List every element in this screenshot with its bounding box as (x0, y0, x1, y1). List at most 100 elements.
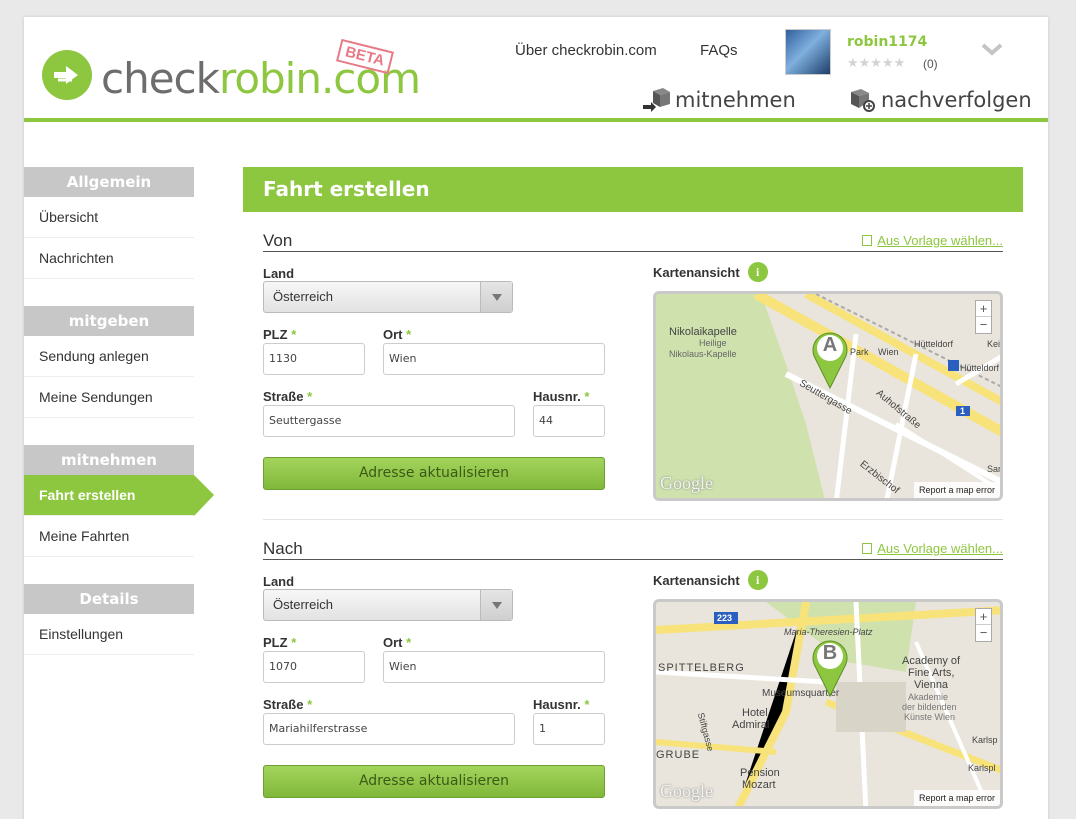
map-place: Mozart (742, 779, 776, 791)
report-map-error-link[interactable]: Report a map error (913, 482, 1000, 498)
from-plz-field[interactable]: 1130 (263, 343, 365, 375)
map-marker-b[interactable]: B (809, 636, 851, 698)
to-plz-field[interactable]: 1070 (263, 651, 365, 683)
dropdown-arrow-icon[interactable] (480, 590, 512, 620)
map-place: Fine Arts, (908, 667, 955, 679)
to-land-select[interactable]: Österreich (263, 589, 513, 621)
zoom-out-icon[interactable]: − (976, 317, 991, 333)
take-along-link[interactable]: mitnehmen (643, 87, 796, 113)
google-logo: Google (660, 781, 713, 801)
map-place: Hütteldorf (960, 363, 1000, 373)
from-title: Von (263, 231, 293, 250)
to-house-field[interactable]: 1 (533, 713, 605, 745)
about-link[interactable]: Über checkrobin.com (515, 42, 657, 59)
sidebar-item-settings[interactable]: Einstellungen (24, 614, 194, 655)
sidebar-item-create-trip[interactable]: Fahrt erstellen (24, 475, 214, 516)
section-divider (263, 519, 1003, 520)
to-map-label: Kartenansicht i (653, 570, 768, 590)
from-street-label: Straße * (263, 389, 313, 404)
chevron-down-icon[interactable] (981, 41, 1003, 57)
map-place: Vienna (914, 679, 949, 691)
map-place: Academy of (902, 655, 961, 667)
sidebar-group-send: mitgeben (24, 306, 194, 336)
map-place: Admiral (732, 719, 770, 731)
map-place: GRUBE (656, 749, 701, 761)
sidebar-group-details: Details (24, 584, 194, 614)
map-place: Park (850, 347, 869, 357)
page: checkrobin.com BETA Über checkrobin.com … (24, 17, 1048, 819)
to-house-label: Hausnr. * (533, 697, 590, 712)
document-icon (862, 235, 873, 246)
from-map-label: Kartenansicht i (653, 262, 768, 282)
from-template-link[interactable]: Aus Vorlage wählen... (862, 233, 1003, 248)
rating-stars: ★★★★★ (847, 55, 906, 70)
map-marker-a[interactable]: A (809, 328, 851, 390)
from-land-label: Land (263, 266, 295, 281)
map-place: der bildenden (902, 702, 957, 712)
from-map[interactable]: Nikolaikapelle Heilige Nikolaus-Kapelle … (653, 291, 1003, 501)
sidebar-group-take: mitnehmen (24, 445, 194, 475)
box-arrow-icon (643, 88, 670, 112)
to-template-link[interactable]: Aus Vorlage wählen... (862, 541, 1003, 556)
to-ort-field[interactable]: Wien (383, 651, 605, 683)
logo[interactable]: checkrobin.com BETA (42, 38, 421, 104)
zoom-in-icon[interactable]: + (976, 609, 991, 625)
map-place: Sar (987, 464, 1002, 474)
from-land-value: Österreich (273, 289, 333, 304)
to-template-label: Aus Vorlage wählen... (877, 541, 1003, 556)
map-place: Hütteldorf (914, 339, 954, 349)
report-map-error-link[interactable]: Report a map error (913, 790, 1000, 806)
map-place: Künste Wien (904, 712, 956, 722)
map-zoom-control: + − (975, 608, 992, 642)
to-land-value: Österreich (273, 597, 333, 612)
from-house-label: Hausnr. * (533, 389, 590, 404)
from-street-field[interactable]: Seuttergasse (263, 405, 515, 437)
map-place: Wien (878, 347, 899, 357)
sidebar-item-my-shipments[interactable]: Meine Sendungen (24, 377, 194, 418)
to-ort-label: Ort * (383, 635, 412, 650)
from-update-address-button[interactable]: Adresse aktualisieren (263, 457, 605, 490)
info-icon[interactable]: i (747, 262, 768, 282)
from-land-select[interactable]: Österreich (263, 281, 513, 313)
sidebar-item-my-trips[interactable]: Meine Fahrten (24, 516, 194, 557)
map-zoom-control: + − (975, 300, 992, 334)
zoom-out-icon[interactable]: − (976, 625, 991, 641)
zoom-in-icon[interactable]: + (976, 301, 991, 317)
to-map[interactable]: 223 Maria-Theresien-Platz SPITTELBERG Mu… (653, 599, 1003, 809)
map-place: Nikolaus-Kapelle (669, 349, 737, 359)
track-link[interactable]: nachverfolgen (849, 87, 1032, 113)
sidebar: Allgemein Übersicht Nachrichten mitgeben… (24, 167, 214, 655)
username[interactable]: robin1174 (847, 34, 927, 50)
avatar[interactable] (785, 29, 831, 75)
from-house-field[interactable]: 44 (533, 405, 605, 437)
sidebar-item-create-shipment[interactable]: Sendung anlegen (24, 336, 194, 377)
to-street-field[interactable]: Mariahilferstrasse (263, 713, 515, 745)
dropdown-arrow-icon[interactable] (480, 282, 512, 312)
logo-text-check: check (101, 54, 220, 103)
from-template-label: Aus Vorlage wählen... (877, 233, 1003, 248)
map-place: SPITTELBERG (658, 662, 745, 674)
page-title: Fahrt erstellen (243, 167, 1023, 212)
map-place: Keißl (987, 339, 1001, 349)
sidebar-item-messages[interactable]: Nachrichten (24, 238, 194, 279)
map-place: Heilige (699, 338, 727, 348)
map-place: Karlsp (972, 735, 998, 745)
map-place: Nikolaikapelle (669, 326, 737, 338)
header-divider (24, 118, 1048, 122)
google-logo: Google (660, 473, 713, 493)
faq-link[interactable]: FAQs (700, 42, 738, 59)
header: checkrobin.com BETA Über checkrobin.com … (24, 17, 1048, 121)
info-icon[interactable]: i (747, 570, 768, 590)
map-place: Karlspl (968, 763, 996, 773)
to-plz-label: PLZ * (263, 635, 297, 650)
from-plz-label: PLZ * (263, 327, 297, 342)
to-update-address-button[interactable]: Adresse aktualisieren (263, 765, 605, 798)
from-ort-label: Ort * (383, 327, 412, 342)
from-section: Von Aus Vorlage wählen... Land Österreic… (263, 231, 1003, 511)
map-place: Hotel (742, 707, 768, 719)
from-ort-field[interactable]: Wien (383, 343, 605, 375)
take-along-label: mitnehmen (675, 88, 796, 112)
logo-arrow-icon (42, 50, 92, 100)
map-place: 1 (960, 406, 966, 416)
sidebar-item-overview[interactable]: Übersicht (24, 197, 194, 238)
